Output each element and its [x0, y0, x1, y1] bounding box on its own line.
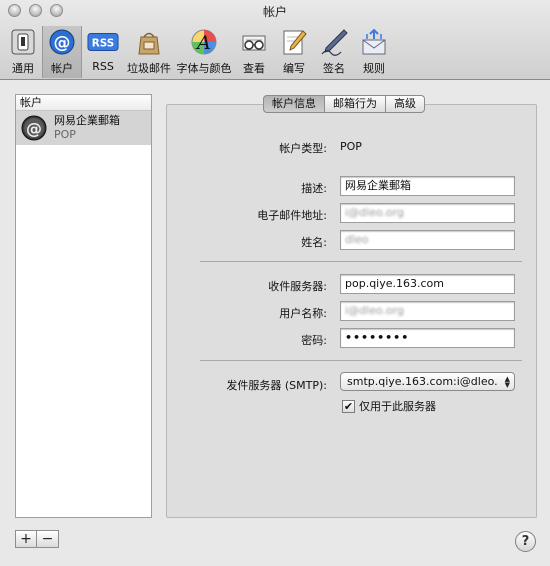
- toolbar-label-rss: RSS: [92, 60, 114, 73]
- email-value: i@dleo.org: [345, 206, 404, 219]
- window-title: 帐户: [262, 5, 287, 19]
- fullname-label: 姓名:: [301, 236, 327, 249]
- password-field[interactable]: ••••••••: [340, 328, 515, 348]
- smtp-only-checkbox[interactable]: ✔: [342, 399, 355, 413]
- account-type-value: POP: [340, 140, 362, 153]
- toolbar-label-viewing: 查看: [243, 62, 265, 75]
- section-divider: [200, 360, 522, 361]
- toolbar-item-rss[interactable]: RSS RSS: [82, 26, 124, 76]
- window-titlebar: 帐户 通用 @ 帐户 RSS RSS 垃圾邮件 A 字体与颜色 查看 编写 签名…: [0, 0, 550, 80]
- section-divider: [200, 261, 522, 262]
- toolbar-item-accounts[interactable]: @ 帐户: [42, 26, 82, 78]
- at-sign-icon: @: [46, 26, 78, 58]
- fonts-colors-icon: A: [188, 26, 220, 58]
- smtp-server-popup[interactable]: smtp.qiye.163.com:i@dleo. ▲ ▼: [340, 372, 515, 391]
- account-type: POP: [54, 128, 76, 141]
- rules-envelope-icon: [358, 26, 390, 58]
- toolbar-label-junk: 垃圾邮件: [127, 62, 171, 75]
- svg-text:@: @: [26, 119, 42, 138]
- toolbar-item-rules[interactable]: 规则: [354, 26, 394, 76]
- toolbar-item-junk[interactable]: 垃圾邮件: [124, 26, 174, 76]
- description-field[interactable]: 网易企業郵箱: [340, 176, 515, 196]
- toolbar-label-rules: 规则: [363, 62, 385, 75]
- smtp-only-label: 仅用于此服务器: [359, 400, 436, 413]
- toolbar-item-fonts-colors[interactable]: A 字体与颜色: [174, 26, 234, 76]
- username-label: 用户名称:: [279, 307, 327, 320]
- username-value: i@dleo.org: [345, 304, 404, 317]
- accounts-list: 帐户 @ 网易企業郵箱 POP: [15, 94, 152, 518]
- account-type-label: 帐户类型:: [279, 142, 327, 155]
- toolbar-label-fonts-colors: 字体与颜色: [176, 62, 232, 75]
- password-label: 密码:: [301, 334, 327, 347]
- add-account-button[interactable]: +: [15, 530, 37, 548]
- description-label: 描述:: [301, 182, 327, 195]
- preferences-toolbar: 通用 @ 帐户 RSS RSS 垃圾邮件 A 字体与颜色 查看 编写 签名 规则: [4, 26, 394, 78]
- email-label: 电子邮件地址:: [257, 209, 327, 222]
- incoming-server-label: 收件服务器:: [268, 280, 327, 293]
- account-list-item[interactable]: @ 网易企業郵箱 POP: [16, 111, 151, 145]
- accounts-list-header: 帐户: [16, 95, 151, 111]
- tab-mailbox-behaviors[interactable]: 邮箱行为: [325, 95, 386, 113]
- toolbar-label-composing: 编写: [283, 62, 305, 75]
- email-field[interactable]: i@dleo.org: [340, 203, 515, 223]
- toolbar-item-general[interactable]: 通用: [4, 26, 42, 76]
- junk-mail-bag-icon: [133, 26, 165, 58]
- general-switch-icon: [7, 26, 39, 58]
- toolbar-item-composing[interactable]: 编写: [274, 26, 314, 76]
- help-button[interactable]: ?: [515, 531, 536, 552]
- fullname-value: dleo: [345, 233, 369, 246]
- tab-advanced[interactable]: 高级: [386, 95, 425, 113]
- username-field[interactable]: i@dleo.org: [340, 301, 515, 321]
- toolbar-label-accounts: 帐户: [51, 62, 73, 75]
- toolbar-label-signatures: 签名: [323, 62, 345, 75]
- toolbar-label-general: 通用: [12, 62, 34, 75]
- updown-arrows-icon: ▲ ▼: [504, 375, 510, 389]
- toolbar-item-viewing[interactable]: 查看: [234, 26, 274, 76]
- tab-account-info[interactable]: 帐户信息: [263, 95, 325, 113]
- toolbar-item-signatures[interactable]: 签名: [314, 26, 354, 76]
- remove-account-button[interactable]: −: [37, 530, 59, 548]
- rss-icon: RSS: [87, 26, 119, 58]
- viewing-glasses-icon: [238, 26, 270, 58]
- signature-pen-icon: [318, 26, 350, 58]
- account-at-icon: @: [20, 114, 48, 142]
- rss-badge-text: RSS: [92, 38, 114, 50]
- incoming-server-field[interactable]: pop.qiye.163.com: [340, 274, 515, 294]
- fullname-field[interactable]: dleo: [340, 230, 515, 250]
- settings-tabs: 帐户信息 邮箱行为 高级: [263, 95, 425, 113]
- fonts-glyph: A: [195, 32, 211, 54]
- account-name: 网易企業郵箱: [54, 114, 120, 127]
- svg-text:@: @: [54, 33, 71, 53]
- smtp-server-value: smtp.qiye.163.com:i@dleo.: [347, 375, 498, 388]
- composing-pencil-icon: [278, 26, 310, 58]
- smtp-label: 发件服务器 (SMTP):: [226, 379, 327, 392]
